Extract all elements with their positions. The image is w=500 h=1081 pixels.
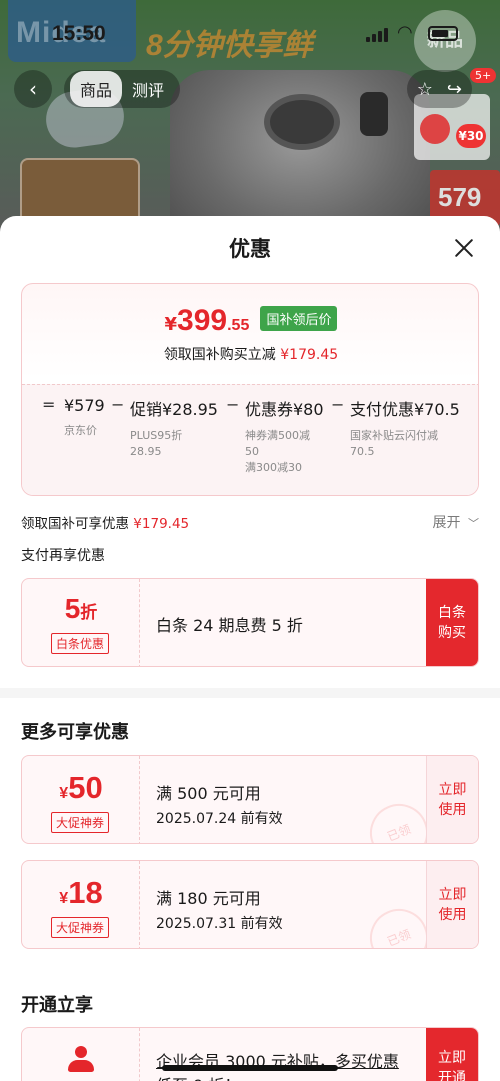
- open-membership-button[interactable]: 立即 开通: [426, 1028, 478, 1081]
- tab-product[interactable]: 商品: [70, 71, 123, 107]
- coupon-tag: 大促神券: [51, 812, 110, 833]
- status-time: 15:50: [52, 22, 106, 45]
- baitiao-buy-button[interactable]: 白条 购买: [426, 579, 478, 666]
- coupon-expiry: 2025.07.24 前有效: [156, 811, 283, 827]
- battery-icon: [428, 26, 458, 41]
- close-icon[interactable]: [451, 235, 477, 261]
- status-bar: 15:50 ◠: [0, 0, 500, 66]
- coupon-amount: ¥50: [59, 770, 103, 805]
- breakdown-coupon: 优惠券¥80 神券满500减 50 满300减30: [245, 400, 324, 474]
- expand-button[interactable]: 展开 ﹀: [433, 512, 479, 532]
- section-divider: [0, 688, 500, 698]
- product-tabs: 商品 测评: [64, 70, 181, 108]
- product-actions: ☆ ↪: [406, 70, 472, 108]
- coupon-card[interactable]: ¥18 大促神券 满 180 元可用 2025.07.31 前有效 已领 立即 …: [21, 860, 479, 949]
- final-price: ¥399.55 国补领后价: [22, 304, 478, 338]
- baitiao-tag: 白条优惠: [51, 633, 110, 654]
- subsidy-note: 领取国补可享优惠 ¥179.45: [21, 516, 190, 532]
- coupon-condition: 满 500 元可用: [156, 784, 261, 803]
- use-coupon-button[interactable]: 立即 使用: [426, 861, 478, 948]
- person-icon: [68, 1046, 94, 1074]
- wifi-icon: ◠: [397, 22, 413, 43]
- product-nav-bar: ‹ 商品 测评 ☆ ↪: [14, 70, 486, 110]
- baitiao-rate: 5折: [64, 593, 98, 624]
- back-icon[interactable]: ‹: [14, 70, 52, 108]
- tab-review[interactable]: 测评: [122, 71, 174, 107]
- final-price-card: ¥399.55 国补领后价 领取国补购买立减 ¥179.45 = ¥579 京东…: [21, 283, 479, 496]
- more-offers-title: 更多可享优惠: [21, 722, 129, 743]
- coupon-card[interactable]: ¥50 大促神券 满 500 元可用 2025.07.24 前有效 已领 立即 …: [21, 755, 479, 844]
- coupon-expiry: 2025.07.31 前有效: [156, 916, 283, 932]
- subsidy-subtitle: 领取国补购买立减 ¥179.45: [163, 347, 339, 363]
- baitiao-offer-card[interactable]: 5折 白条优惠 白条 24 期息费 5 折 白条 购买: [21, 578, 479, 667]
- breakdown-promotion: 促销¥28.95 PLUS95折 28.95: [130, 400, 218, 458]
- payment-section-title: 支付再享优惠: [21, 548, 105, 564]
- coupon-amount: ¥18: [59, 875, 103, 910]
- sheet-title: 优惠: [229, 237, 271, 261]
- price-breakdown: = ¥579 京东价 − 促销¥28.95 PLUS95折 28.95 − 优惠…: [22, 384, 478, 495]
- breakdown-payment: 支付优惠¥70.5 国家补贴云闪付减 70.5: [350, 400, 460, 458]
- discount-sheet: 优惠 ¥399.55 国补领后价 领取国补购买立减 ¥179.45 = ¥579…: [0, 216, 500, 1081]
- equals-sign: =: [42, 395, 56, 414]
- share-icon[interactable]: ↪: [447, 79, 462, 100]
- coupon-condition: 满 180 元可用: [156, 889, 261, 908]
- cellular-signal-icon: [366, 26, 390, 42]
- star-icon[interactable]: ☆: [417, 79, 433, 100]
- baitiao-desc: 白条 24 期息费 5 折: [156, 616, 303, 635]
- home-indicator[interactable]: [162, 1065, 338, 1071]
- subsidy-price-tag: 国补领后价: [260, 306, 338, 331]
- use-coupon-button[interactable]: 立即 使用: [426, 756, 478, 843]
- coupon-tag: 大促神券: [51, 917, 110, 938]
- vip-section-title: 开通立享: [21, 995, 93, 1016]
- enterprise-member-card[interactable]: 企业会员 3000 元补贴，多买优惠低至 9 折！ 立即 开通: [21, 1027, 479, 1081]
- chevron-down-icon: ﹀: [468, 517, 479, 530]
- breakdown-jd-price: ¥579 京东价: [64, 396, 105, 437]
